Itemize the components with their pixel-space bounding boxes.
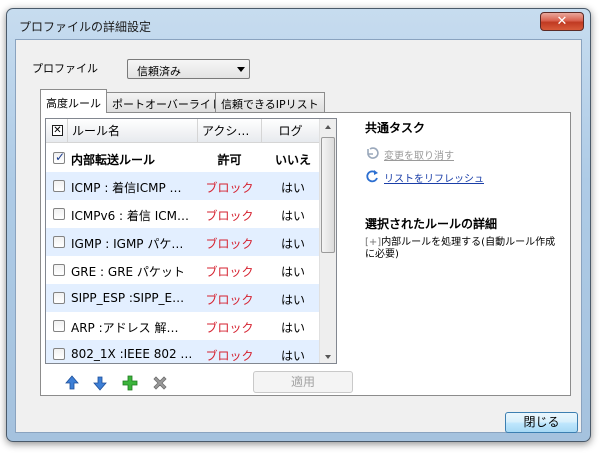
rules-list: ✕ ルール名 アクシ… ログ 内部転送ルール 許可 いいえ ICMP : 着信I… bbox=[45, 118, 337, 364]
advanced-rules-panel: ✕ ルール名 アクシ… ログ 内部転送ルール 許可 いいえ ICMP : 着信I… bbox=[40, 112, 571, 396]
add-icon[interactable] bbox=[121, 374, 139, 392]
table-row[interactable]: ARP :アドレス 解… ブロック はい bbox=[46, 312, 320, 340]
expand-toggle[interactable]: [+] bbox=[365, 237, 381, 248]
select-all-checkbox[interactable]: ✕ bbox=[52, 125, 63, 136]
rule-name: GRE : GRE パケット bbox=[71, 265, 185, 279]
table-row[interactable]: GRE : GRE パケット ブロック はい bbox=[46, 256, 320, 284]
rule-enabled-checkbox[interactable] bbox=[53, 150, 65, 164]
rule-name: ICMP : 着信ICMP … bbox=[71, 181, 182, 195]
profile-label: プロファイル bbox=[32, 62, 98, 75]
rule-action: ブロック bbox=[205, 237, 254, 251]
rule-action: 許可 bbox=[217, 153, 242, 167]
scrollbar-thumb[interactable] bbox=[321, 137, 335, 253]
window-title: プロファイルの詳細設定 bbox=[19, 20, 152, 34]
column-header-rule-name[interactable]: ルール名 bbox=[68, 119, 198, 143]
rule-action: ブロック bbox=[205, 181, 254, 195]
refresh-icon bbox=[366, 170, 378, 183]
rule-name: 内部転送ルール bbox=[71, 153, 156, 167]
rule-log: いいえ bbox=[274, 153, 311, 167]
rule-action: ブロック bbox=[205, 209, 254, 223]
table-row[interactable]: 802_1X :IEEE 802 … ブロック はい bbox=[46, 340, 320, 363]
rule-details-text: [+]内部ルールを処理する(自動ルール作成に必要) bbox=[365, 237, 565, 261]
rule-action: ブロック bbox=[205, 349, 254, 363]
rule-action: ブロック bbox=[205, 293, 254, 307]
rule-details-heading: 選択されたルールの詳細 bbox=[365, 217, 498, 231]
rule-log: はい bbox=[280, 293, 305, 307]
table-row[interactable]: SIPP_ESP :SIPP_E… ブロック はい bbox=[46, 284, 320, 312]
rule-details-description: 内部ルールを処理する(自動ルール作成に必要) bbox=[365, 237, 556, 260]
tab-advanced-rules[interactable]: 高度ルール bbox=[40, 89, 107, 113]
table-row[interactable]: ICMP : 着信ICMP … ブロック はい bbox=[46, 172, 320, 200]
tab-label: 高度ルール bbox=[46, 97, 101, 110]
title-bar[interactable]: プロファイルの詳細設定 ✕ bbox=[7, 9, 590, 37]
rule-action: ブロック bbox=[205, 321, 254, 335]
arrow-up-icon[interactable] bbox=[63, 374, 81, 392]
rule-enabled-checkbox[interactable] bbox=[53, 236, 65, 248]
column-header-action[interactable]: アクシ… bbox=[198, 119, 262, 143]
common-tasks-heading: 共通タスク bbox=[365, 121, 426, 135]
rule-name: ICMPv6 : 着信 ICM… bbox=[71, 209, 190, 223]
table-row[interactable]: 内部転送ルール 許可 いいえ bbox=[46, 144, 320, 172]
rule-enabled-checkbox[interactable] bbox=[53, 348, 65, 360]
dialog-client-area: プロファイル 信頼済み 高度ルール ポートオーバーライド 信頼できるIPリスト … bbox=[15, 39, 582, 433]
rule-log: はい bbox=[280, 349, 305, 363]
table-row[interactable]: IGMP : IGMP パケ… ブロック はい bbox=[46, 228, 320, 256]
rule-log: はい bbox=[280, 181, 305, 195]
tab-port-override[interactable]: ポートオーバーライド bbox=[106, 92, 228, 112]
close-button[interactable]: 閉じる bbox=[505, 412, 578, 433]
rules-list-scrollbar[interactable] bbox=[319, 119, 336, 363]
rule-name: SIPP_ESP :SIPP_E… bbox=[71, 291, 185, 305]
scroll-down-button[interactable] bbox=[320, 348, 336, 363]
close-icon: ✕ bbox=[556, 14, 568, 29]
rule-name: IGMP : IGMP パケ… bbox=[71, 237, 184, 251]
tab-label: 信頼できるIPリスト bbox=[221, 98, 319, 111]
profile-dropdown[interactable]: 信頼済み bbox=[127, 59, 250, 79]
table-row[interactable]: ICMPv6 : 着信 ICM… ブロック はい bbox=[46, 200, 320, 228]
rule-enabled-checkbox[interactable] bbox=[53, 180, 65, 192]
arrow-down-icon[interactable] bbox=[91, 374, 109, 392]
header-checkbox-cell[interactable]: ✕ bbox=[46, 119, 68, 143]
window-close-button[interactable]: ✕ bbox=[540, 12, 584, 31]
rules-list-header: ✕ ルール名 アクシ… ログ bbox=[46, 119, 320, 143]
profile-selected-value: 信頼済み bbox=[137, 65, 181, 78]
rule-log: はい bbox=[280, 237, 305, 251]
delete-icon[interactable] bbox=[151, 374, 169, 392]
chevron-down-icon bbox=[237, 67, 245, 72]
rule-log: はい bbox=[280, 265, 305, 279]
tab-label: ポートオーバーライド bbox=[112, 98, 222, 111]
rule-name: 802_1X :IEEE 802 … bbox=[71, 347, 191, 361]
rule-enabled-checkbox[interactable] bbox=[53, 320, 65, 332]
rule-enabled-checkbox[interactable] bbox=[53, 208, 65, 220]
rule-action: ブロック bbox=[205, 265, 254, 279]
undo-icon bbox=[367, 147, 379, 159]
tab-trusted-ip-list[interactable]: 信頼できるIPリスト bbox=[215, 92, 325, 112]
rule-enabled-checkbox[interactable] bbox=[53, 292, 65, 304]
rule-name: ARP :アドレス 解… bbox=[71, 321, 179, 335]
scroll-up-button[interactable] bbox=[320, 119, 336, 136]
dialog-window: プロファイルの詳細設定 ✕ プロファイル 信頼済み 高度ルール ポートオーバーラ… bbox=[6, 8, 591, 442]
rule-enabled-checkbox[interactable] bbox=[53, 264, 65, 276]
undo-changes-link[interactable]: 変更を取り消す bbox=[384, 147, 454, 162]
refresh-list-link[interactable]: リストをリフレッシュ bbox=[384, 170, 484, 185]
column-header-log[interactable]: ログ bbox=[262, 119, 320, 143]
rule-log: はい bbox=[280, 209, 305, 223]
rule-log: はい bbox=[280, 321, 305, 335]
apply-button[interactable]: 適用 bbox=[253, 371, 353, 393]
